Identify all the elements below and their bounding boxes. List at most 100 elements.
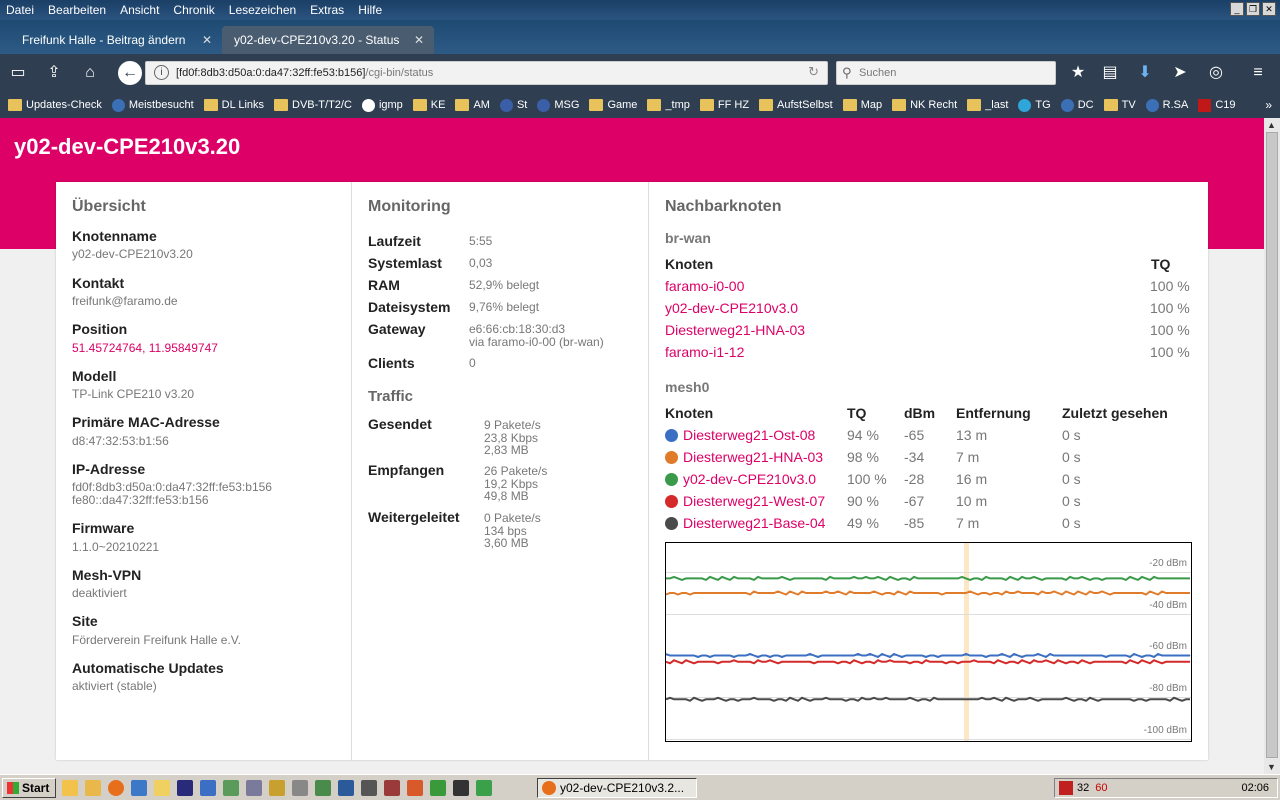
scroll-up-icon[interactable]: ▲ bbox=[1267, 120, 1276, 130]
mesh0-last-seen: 0 s bbox=[1062, 449, 1081, 465]
bookmark-item[interactable]: KE bbox=[412, 99, 445, 111]
folder-icon[interactable] bbox=[154, 780, 170, 796]
mesh0-node-link[interactable]: Diesterweg21-HNA-03 bbox=[683, 449, 823, 465]
mesh0-node-link[interactable]: y02-dev-CPE210v3.0 bbox=[683, 471, 816, 487]
bookmark-item[interactable]: Map bbox=[842, 99, 882, 111]
gesendet-packets: 9 Pakete/s bbox=[484, 418, 541, 432]
brwan-node-link[interactable]: faramo-i1-12 bbox=[665, 344, 744, 360]
bookmarks-overflow-icon[interactable]: » bbox=[1265, 98, 1272, 112]
tab-status[interactable]: y02-dev-CPE210v3.20 - Status ✕ bbox=[222, 26, 434, 54]
quicklaunch-icon[interactable] bbox=[246, 780, 262, 796]
menu-hilfe[interactable]: Hilfe bbox=[358, 3, 382, 17]
bookmark-item[interactable]: _tmp bbox=[647, 99, 690, 111]
tray-app-icon[interactable] bbox=[1059, 781, 1073, 795]
reload-icon[interactable]: ↻ bbox=[808, 64, 819, 80]
value-gateway-via: via faramo-i0-00 (br-wan) bbox=[469, 335, 604, 349]
restore-button[interactable]: ❐ bbox=[1246, 2, 1260, 16]
menu-bearbeiten[interactable]: Bearbeiten bbox=[48, 3, 106, 17]
bookmark-item[interactable]: MSG bbox=[537, 98, 579, 112]
search-input[interactable]: ⚲ Suchen bbox=[836, 61, 1056, 85]
network-icon[interactable]: ◎ bbox=[1206, 63, 1226, 83]
minimize-button[interactable]: _ bbox=[1230, 2, 1244, 16]
bookmark-item[interactable]: AufstSelbst bbox=[759, 99, 833, 111]
mesh0-node-link[interactable]: Diesterweg21-West-07 bbox=[683, 493, 825, 509]
brwan-tq: 100 % bbox=[1150, 344, 1190, 360]
bookmark-item[interactable]: Updates-Check bbox=[8, 99, 102, 111]
menu-chronik[interactable]: Chronik bbox=[173, 3, 214, 17]
neighbours-column: Nachbarknoten br-wan Knoten TQ faramo-i0… bbox=[649, 182, 1208, 760]
bookmark-item[interactable]: igmp bbox=[361, 98, 403, 112]
mesh0-node-link[interactable]: Diesterweg21-Base-04 bbox=[683, 515, 825, 531]
send-icon[interactable]: ➤ bbox=[1170, 63, 1190, 83]
bookmark-item[interactable]: DVB-T/T2/C bbox=[274, 99, 352, 111]
quicklaunch-icon[interactable] bbox=[315, 780, 331, 796]
quicklaunch-icon[interactable] bbox=[407, 780, 423, 796]
quicklaunch-icon[interactable] bbox=[200, 780, 216, 796]
quicklaunch-icon[interactable] bbox=[62, 780, 78, 796]
overview-title: Übersicht bbox=[72, 198, 146, 215]
bookmark-item[interactable]: St bbox=[499, 98, 527, 112]
folder-icon bbox=[412, 99, 427, 111]
bookmark-item[interactable]: FF HZ bbox=[699, 99, 749, 111]
discord-icon bbox=[1060, 98, 1074, 112]
page-scrollbar[interactable]: ▲ ▼ bbox=[1264, 118, 1280, 774]
quicklaunch-icon[interactable] bbox=[384, 780, 400, 796]
menu-ansicht[interactable]: Ansicht bbox=[120, 3, 159, 17]
bookmark-item[interactable]: DC bbox=[1060, 98, 1094, 112]
back-icon[interactable]: ← bbox=[118, 61, 142, 85]
quicklaunch-icon[interactable] bbox=[453, 780, 469, 796]
tab-close-icon[interactable]: ✕ bbox=[202, 33, 212, 47]
scrollbar-thumb[interactable] bbox=[1266, 132, 1278, 758]
position-link[interactable]: 51.45724764, 11.95849747 bbox=[72, 341, 218, 355]
firefox-icon[interactable] bbox=[108, 780, 124, 796]
bookmark-item[interactable]: TV bbox=[1103, 99, 1136, 111]
tab-overview-icon[interactable]: ▭ bbox=[8, 63, 28, 83]
menu-datei[interactable]: Datei bbox=[6, 3, 34, 17]
brwan-node-link[interactable]: faramo-i0-00 bbox=[665, 278, 744, 294]
quicklaunch-icon[interactable] bbox=[85, 780, 101, 796]
mesh0-node-link[interactable]: Diesterweg21-Ost-08 bbox=[683, 427, 815, 443]
quicklaunch-icon[interactable] bbox=[430, 780, 446, 796]
node-color-dot bbox=[665, 517, 678, 530]
signal-series-line bbox=[666, 659, 1190, 665]
close-window-button[interactable]: ✕ bbox=[1262, 2, 1276, 16]
bookmark-item[interactable]: TG bbox=[1018, 98, 1051, 112]
mesh0-last-seen: 0 s bbox=[1062, 515, 1081, 531]
quicklaunch-icon[interactable] bbox=[361, 780, 377, 796]
brwan-tq: 100 % bbox=[1150, 300, 1190, 316]
bookmark-star-icon[interactable]: ★ bbox=[1068, 63, 1088, 83]
quicklaunch-icon[interactable] bbox=[476, 780, 492, 796]
bookmark-item[interactable]: _last bbox=[967, 99, 1008, 111]
quicklaunch-icon[interactable] bbox=[338, 780, 354, 796]
save-icon[interactable] bbox=[177, 780, 193, 796]
mesh0-distance: 7 m bbox=[956, 449, 980, 465]
bookmark-item[interactable]: Game bbox=[589, 99, 637, 111]
library-icon[interactable]: ▤ bbox=[1100, 63, 1120, 83]
quicklaunch-icon[interactable] bbox=[131, 780, 147, 796]
upload-icon[interactable]: ⇪ bbox=[44, 63, 64, 83]
bookmark-item[interactable]: C19 bbox=[1198, 98, 1236, 112]
quicklaunch-icon[interactable] bbox=[269, 780, 285, 796]
bookmark-item[interactable]: R.SA bbox=[1145, 98, 1188, 112]
bookmark-item[interactable]: DL Links bbox=[203, 99, 264, 111]
tab-close-icon[interactable]: ✕ bbox=[414, 33, 424, 47]
scroll-down-icon[interactable]: ▼ bbox=[1267, 762, 1276, 772]
tab-freifunk-beitrag[interactable]: Freifunk Halle - Beitrag ändern ✕ bbox=[0, 26, 222, 54]
start-button[interactable]: Start bbox=[2, 778, 56, 798]
download-icon[interactable]: ⬇ bbox=[1135, 63, 1155, 83]
bookmark-item[interactable]: NK Recht bbox=[892, 99, 957, 111]
url-bar[interactable]: i [fd0f:8db3:d50a:0:da47:32ff:fe53:b156]… bbox=[145, 61, 828, 85]
menu-lesezeichen[interactable]: Lesezeichen bbox=[229, 3, 296, 17]
folder-icon bbox=[892, 99, 907, 111]
brwan-node-link[interactable]: Diesterweg21-HNA-03 bbox=[665, 322, 805, 338]
brwan-node-link[interactable]: y02-dev-CPE210v3.0 bbox=[665, 300, 798, 316]
quicklaunch-icon[interactable] bbox=[292, 780, 308, 796]
hamburger-menu-icon[interactable]: ≡ bbox=[1248, 63, 1268, 83]
taskbar-window-firefox[interactable]: y02-dev-CPE210v3.2... bbox=[537, 778, 697, 798]
bookmark-item[interactable]: Meistbesucht bbox=[111, 98, 194, 112]
quicklaunch-icon[interactable] bbox=[223, 780, 239, 796]
site-info-icon[interactable]: i bbox=[154, 65, 169, 80]
home-icon[interactable]: ⌂ bbox=[80, 63, 100, 83]
bookmark-item[interactable]: AM bbox=[455, 99, 490, 111]
menu-extras[interactable]: Extras bbox=[310, 3, 344, 17]
